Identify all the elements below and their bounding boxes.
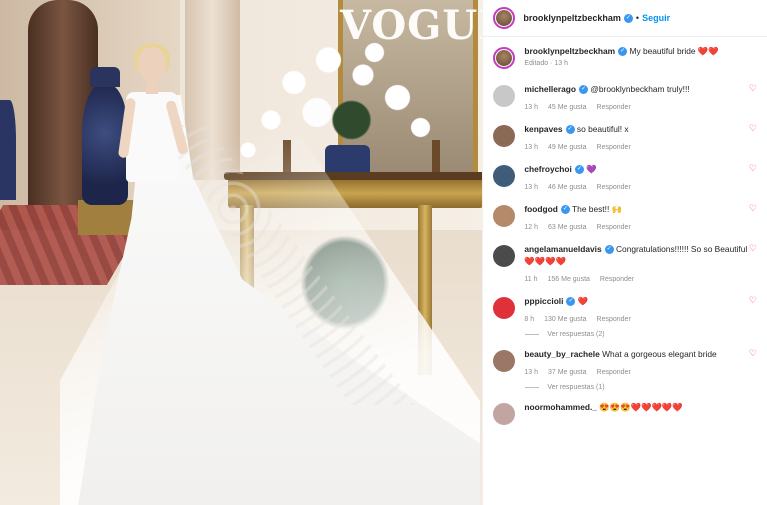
caption-text: My beautiful bride ❤️❤️	[629, 46, 719, 56]
comments-panel: brooklynpeltzbeckham ✓ • Seguir brooklyn…	[482, 0, 767, 505]
like-heart-icon[interactable]: ♡	[749, 123, 757, 134]
comment-username[interactable]: kenpaves	[524, 124, 562, 134]
comment-username[interactable]: chefroychoi	[524, 164, 571, 174]
caption-username[interactable]: brooklynpeltzbeckham	[524, 46, 615, 56]
verified-icon: ✓	[604, 245, 614, 255]
comment-text: ❤️	[577, 296, 589, 306]
comments-list[interactable]: brooklynpeltzbeckham ✓ My beautiful bride…	[483, 37, 767, 425]
comment-item: beauty_by_rachele What a gorgeous elegan…	[493, 348, 757, 376]
comment-avatar[interactable]	[493, 245, 516, 267]
like-heart-icon[interactable]: ♡	[749, 163, 757, 174]
comment-time: 13 h	[524, 104, 538, 111]
reply-button[interactable]: Responder	[597, 104, 631, 111]
like-heart-icon[interactable]: ♡	[749, 83, 757, 94]
author-username[interactable]: brooklynpeltzbeckham	[523, 13, 621, 23]
comment-time: 12 h	[524, 224, 538, 231]
like-heart-icon[interactable]: ♡	[749, 203, 757, 214]
comment-text: 💜	[586, 164, 597, 174]
comment-avatar[interactable]	[493, 125, 516, 147]
verified-icon: ✓	[566, 297, 576, 307]
caption: brooklynpeltzbeckham ✓ My beautiful bride…	[493, 45, 757, 69]
like-heart-icon[interactable]: ♡	[749, 243, 757, 254]
comment-time: 13 h	[524, 144, 538, 151]
verified-icon: ✓	[565, 125, 575, 135]
comment-item: angelamanueldavis ✓ Congratulations!!!!!!…	[493, 243, 757, 283]
comment-time: 8 h	[524, 316, 535, 323]
reply-button[interactable]: Responder	[597, 369, 631, 376]
verified-icon: ✓	[618, 47, 628, 57]
caption-text-line: brooklynpeltzbeckham ✓ My beautiful bride…	[524, 45, 757, 57]
caption-meta: Editado · 13 h	[524, 60, 568, 67]
view-replies-button[interactable]: Ver respuestas (1)	[525, 384, 757, 391]
verified-icon: ✓	[623, 13, 633, 23]
comment-username[interactable]: foodgod	[524, 204, 557, 214]
like-heart-icon[interactable]: ♡	[749, 348, 757, 359]
comment-likes[interactable]: 45 Me gusta	[548, 104, 587, 111]
comment-item: pppiccioli ✓ ❤️ 8 h 130 Me gusta Responder …	[493, 295, 757, 323]
reply-button[interactable]: Responder	[600, 276, 634, 283]
separator-dot: •	[635, 13, 640, 23]
reply-button[interactable]: Responder	[597, 184, 631, 191]
photo-face	[138, 47, 166, 81]
comment-username[interactable]: angelamanueldavis	[524, 244, 601, 254]
comment-likes[interactable]: 46 Me gusta	[548, 184, 587, 191]
reply-button[interactable]: Responder	[597, 316, 631, 323]
reply-button[interactable]: Responder	[597, 144, 631, 151]
comment-avatar[interactable]	[493, 403, 516, 425]
comment-text: @brooklynbeckham truly!!!	[590, 84, 690, 94]
reply-button[interactable]: Responder	[597, 224, 631, 231]
comment-item: kenpaves ✓ so beautiful! x 13 h 49 Me gust…	[493, 123, 757, 151]
comment-time: 11 h	[524, 276, 538, 283]
caption-avatar[interactable]	[493, 47, 516, 69]
photo-vase-stand	[78, 200, 134, 235]
comment-text: 😍😍😍❤️❤️❤️❤️❤️	[599, 402, 683, 412]
comment-avatar[interactable]	[493, 85, 516, 107]
comment-text: The best!! 🙌	[572, 204, 623, 214]
comment-likes[interactable]: 49 Me gusta	[548, 144, 587, 151]
comment-text: so beautiful! x	[576, 124, 629, 134]
comment-item: foodgod ✓ The best!! 🙌 12 h 63 Me gusta Res…	[493, 203, 757, 231]
follow-button[interactable]: Seguir	[642, 13, 670, 23]
comment-likes[interactable]: 156 Me gusta	[547, 276, 589, 283]
comment-username[interactable]: michellerago	[524, 84, 576, 94]
post-header: brooklynpeltzbeckham ✓ • Seguir	[483, 0, 767, 37]
verified-icon: ✓	[579, 85, 589, 95]
comment-avatar[interactable]	[493, 350, 516, 372]
comment-username[interactable]: pppiccioli	[524, 296, 563, 306]
comment-likes[interactable]: 63 Me gusta	[548, 224, 587, 231]
view-replies-button[interactable]: Ver respuestas (2)	[525, 331, 757, 338]
comment-username[interactable]: noormohammed._	[524, 402, 597, 412]
comment-item: michellerago ✓ @brooklynbeckham truly!!! …	[493, 83, 757, 111]
like-heart-icon[interactable]: ♡	[749, 295, 757, 306]
verified-icon: ✓	[574, 165, 584, 175]
post-photo[interactable]: VOGUE	[0, 0, 483, 505]
photo-vase	[0, 100, 16, 200]
comment-likes[interactable]: 37 Me gusta	[548, 369, 587, 376]
author-avatar[interactable]	[493, 7, 516, 29]
comment-avatar[interactable]	[493, 165, 516, 187]
comment-item: noormohammed._ 😍😍😍❤️❤️❤️❤️❤️	[493, 401, 757, 425]
instagram-post-window: VOGUE brooklynpeltzbeckham ✓ • Seguir	[0, 0, 767, 505]
comment-likes[interactable]: 130 Me gusta	[544, 316, 586, 323]
comment-avatar[interactable]	[493, 205, 516, 227]
comment-time: 13 h	[524, 369, 538, 376]
comment-avatar[interactable]	[493, 297, 516, 319]
comment-time: 13 h	[524, 184, 538, 191]
verified-icon: ✓	[560, 205, 570, 215]
comment-text: What a gorgeous elegant bride	[602, 349, 717, 359]
comment-item: chefroychoi ✓ 💜 13 h 46 Me gusta Responder …	[493, 163, 757, 191]
comment-username[interactable]: beauty_by_rachele	[524, 349, 599, 359]
